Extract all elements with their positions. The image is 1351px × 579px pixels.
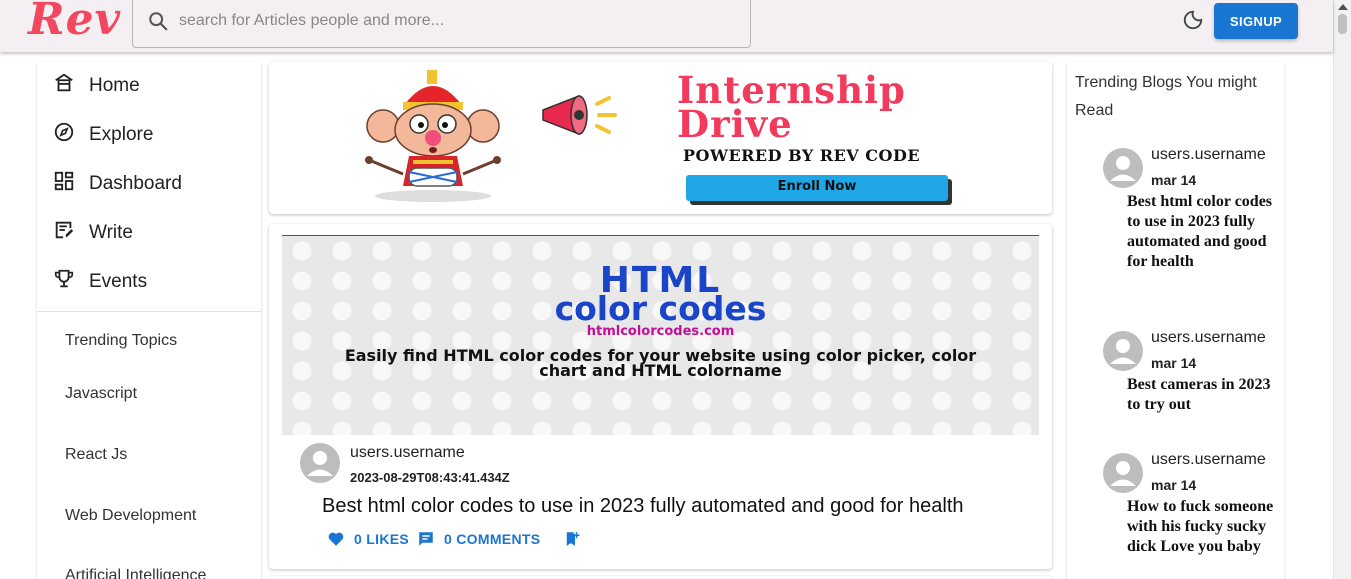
person-icon [1110,156,1136,181]
topic-react-js[interactable]: React Js [65,446,127,464]
trending-item[interactable]: users.username mar 14 Best html color co… [1103,146,1278,298]
drummer-mascot-illustration [365,70,501,202]
signup-button[interactable]: SIGNUP [1214,3,1298,39]
banner-powered-text: POWERED BY REV CODE [683,146,921,165]
trending-avatar[interactable] [1103,148,1143,188]
trending-username[interactable]: users.username [1151,451,1266,469]
scroll-thumb[interactable] [1338,14,1347,34]
trending-username[interactable]: users.username [1151,329,1266,347]
search-icon [149,12,168,31]
person-icon [1110,339,1136,364]
enroll-now-button[interactable]: Enroll Now [686,175,948,201]
trending-date: mar 14 [1151,477,1197,493]
cover-site: htmlcolorcodes.com [586,324,735,339]
trending-item[interactable]: users.username mar 14 How to fuck someon… [1103,451,1278,579]
trending-date: mar 14 [1151,172,1197,188]
nav-write[interactable]: Write [37,211,261,253]
app-bar: Rev SIGNUP [0,0,1333,52]
search-box[interactable] [132,0,751,48]
trending-avatar[interactable] [1103,453,1143,493]
heart-icon [328,532,344,546]
bookmark-button[interactable] [563,529,583,549]
internship-banner[interactable]: Internship Drive POWERED BY REV CODE Enr… [269,62,1052,214]
like-button[interactable]: 0 LIKES [327,529,410,549]
comment-icon [419,532,433,546]
trending-item[interactable]: users.username mar 14 Best cameras in 20… [1103,329,1278,431]
post-date: 2023-08-29T08:43:41.434Z [350,470,510,485]
nav-write-label: Write [89,222,133,243]
page-scrollbar[interactable] [1333,0,1351,579]
dark-mode-toggle-icon[interactable] [1182,9,1204,31]
nav-explore-label: Explore [89,124,154,145]
topic-javascript[interactable]: Javascript [65,385,137,403]
nav-dashboard[interactable]: Dashboard [37,162,261,204]
right-sidebar: Trending Blogs You might Read users.user… [1067,62,1284,579]
trending-username[interactable]: users.username [1151,146,1266,164]
post-cover-image[interactable]: HTML color codes htmlcolorcodes.com Easi… [282,235,1039,435]
sidebar-topics-heading: Trending Topics [65,332,178,349]
megaphone-icon [542,94,617,136]
like-count: 0 LIKES [354,531,410,547]
comment-count: 0 COMMENTS [444,531,541,547]
person-icon [1110,461,1136,486]
nav-events[interactable]: Events [37,260,261,302]
nav-dashboard-label: Dashboard [89,173,182,194]
enroll-now-label: Enroll Now [777,179,857,194]
compass-icon [54,122,74,142]
nav-explore[interactable]: Explore [37,113,261,155]
trending-heading: Trending Blogs You might Read [1075,74,1257,119]
post-author-name[interactable]: users.username [350,444,465,462]
trending-avatar[interactable] [1103,331,1143,371]
trending-date: mar 14 [1151,355,1197,371]
person-icon [307,451,333,476]
trending-title[interactable]: Best cameras in 2023 to try out [1127,375,1277,415]
post-author-avatar[interactable] [300,443,340,483]
cover-description: Easily find HTML color codes for your we… [344,346,977,380]
nav-home-label: Home [89,75,140,96]
edit-note-icon [55,221,74,239]
trending-title[interactable]: Best html color codes to use in 2023 ful… [1127,192,1277,272]
search-input[interactable] [179,7,719,35]
sidebar-divider [37,311,261,312]
post-title[interactable]: Best html color codes to use in 2023 ful… [322,495,964,518]
cover-title-color-codes: color codes [554,289,767,328]
rev-logo[interactable]: Rev [28,0,121,45]
topic-web-development[interactable]: Web Development [65,507,196,525]
trending-title[interactable]: How to fuck someone with his fucky sucky… [1127,497,1277,557]
nav-events-label: Events [89,271,148,292]
trophy-icon [54,269,74,288]
bookmark-add-icon [566,532,580,546]
banner-title-line2: Drive [677,102,793,146]
nav-home[interactable]: Home [37,64,261,106]
dashboard-icon [54,171,74,191]
scroll-up-arrow-icon[interactable] [1338,4,1348,10]
post-card[interactable]: HTML color codes htmlcolorcodes.com Easi… [269,224,1052,569]
comment-button[interactable]: 0 COMMENTS [417,529,541,549]
topic-artificial-intelligence[interactable]: Artificial Intelligence [65,567,206,579]
home-icon [55,73,73,92]
left-sidebar: Home Explore Dashboard Write Events Tren… [37,62,261,579]
